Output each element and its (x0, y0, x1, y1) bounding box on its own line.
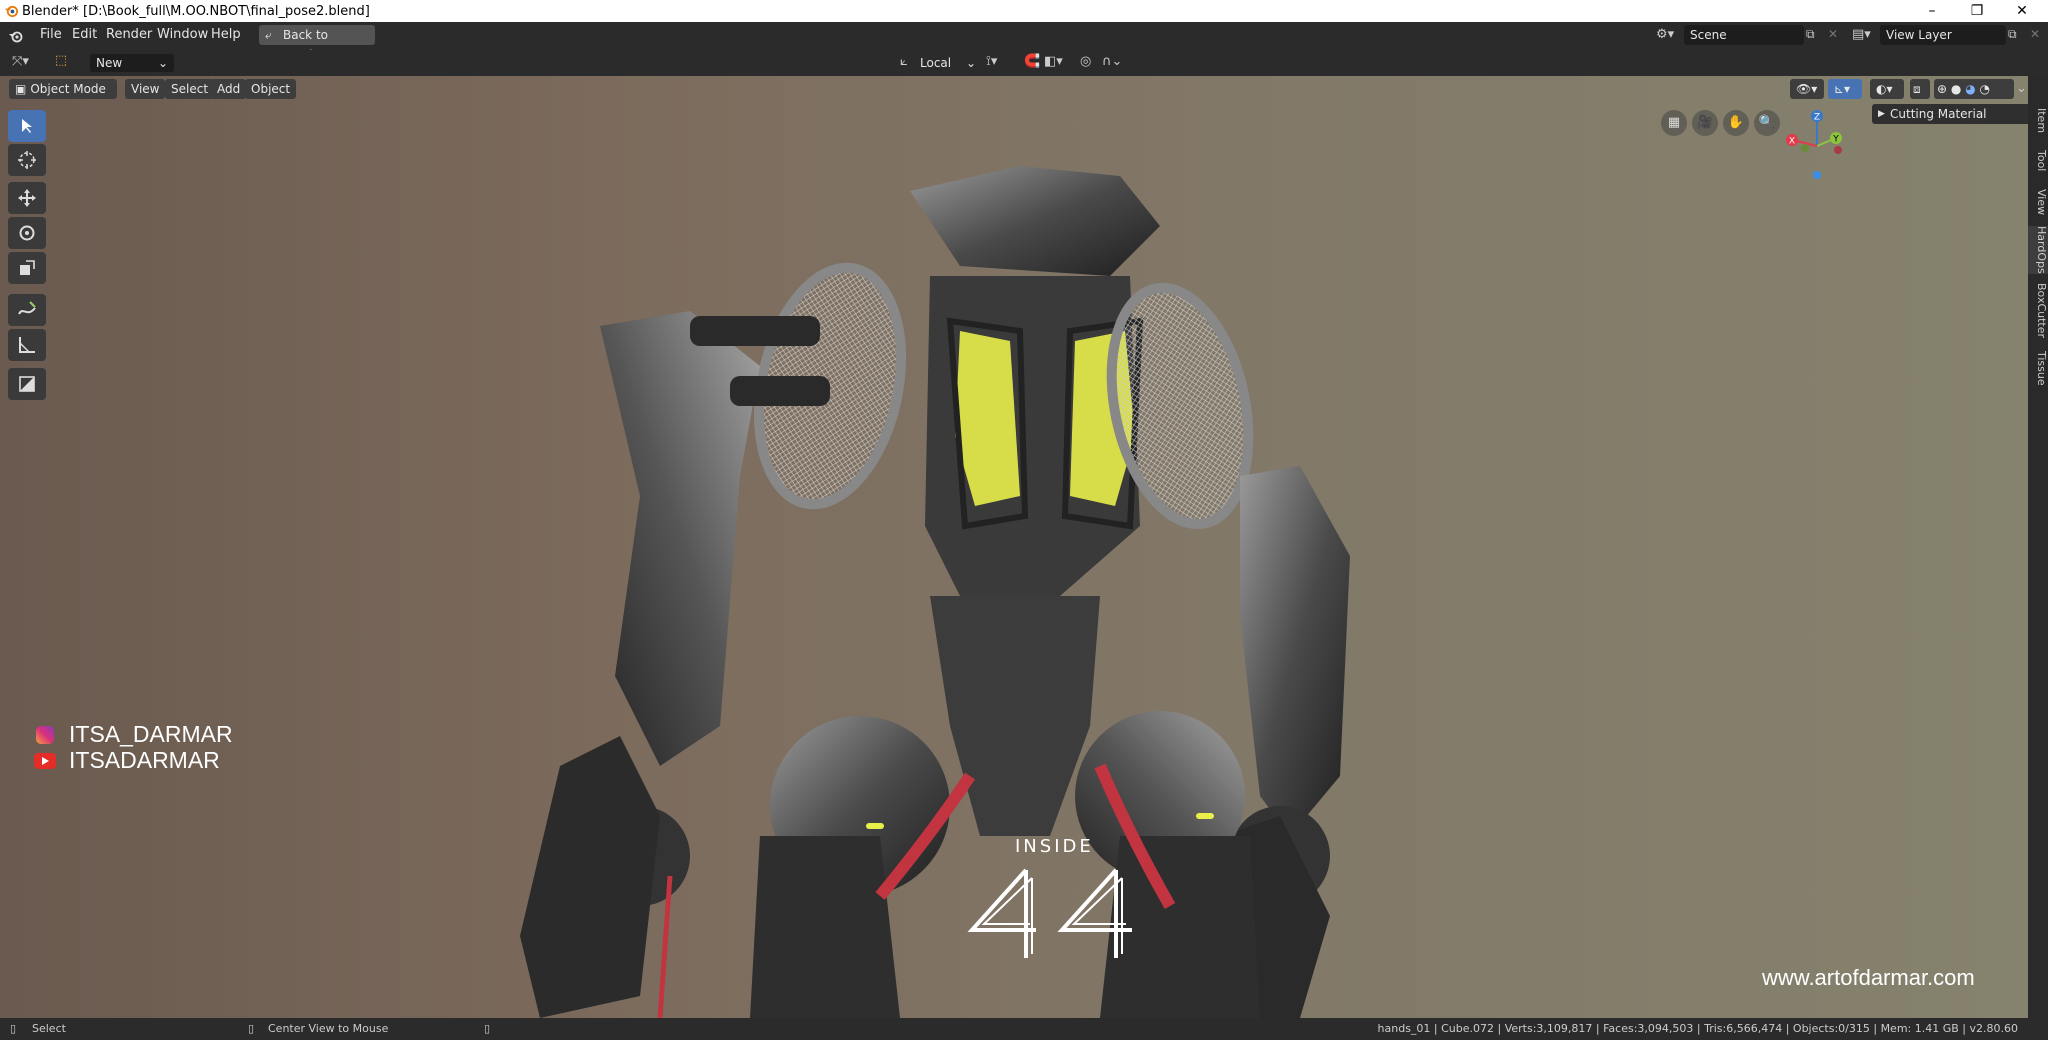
mouse-left-icon: ▯ (10, 1022, 17, 1035)
instagram-icon (36, 726, 54, 744)
tool-header: ⤧▾ ⬚ New ⌄ ⟀ Local ⌄ ⟟▾ 🧲 ◧▾ ◎ ∩⌄ (0, 50, 2048, 76)
statusbar: ▯ Select ▯ Center View to Mouse ▯ hands_… (0, 1018, 2048, 1040)
chevron-down-icon: ⌄ (965, 56, 976, 70)
blender-menu-icon[interactable] (8, 28, 24, 44)
scene-browse-icon[interactable]: ⚙▾ (1656, 27, 1674, 42)
new-view-layer-icon[interactable]: ⧉ (2008, 27, 2017, 42)
close-window-button[interactable]: ✕ (2000, 0, 2044, 22)
menu-file[interactable]: File (40, 27, 62, 42)
youtube-icon (34, 753, 56, 769)
blender-logo-icon (4, 5, 19, 18)
tab-view[interactable]: View (2028, 186, 2048, 218)
scene-field[interactable]: Scene (1684, 25, 1804, 45)
new-dropdown[interactable]: New ⌄ (90, 54, 174, 72)
editor-type-icon[interactable]: ⤧▾ (12, 54, 29, 69)
view-layer-label: View Layer (1886, 28, 1952, 42)
youtube-handle: ITSADARMAR (69, 747, 220, 773)
snap-icon[interactable]: 🧲 (1024, 54, 1040, 69)
new-scene-icon[interactable]: ⧉ (1806, 27, 1815, 42)
tab-tissue[interactable]: Tissue (2028, 348, 2048, 388)
scene-statistics: hands_01 | Cube.072 | Verts:3,109,817 | … (1377, 1022, 2018, 1035)
view-layer-browse-icon[interactable]: ▤▾ (1852, 27, 1871, 42)
window-titlebar: Blender* [D:\Book_full\M.OO.NBOT\final_p… (0, 0, 2048, 22)
menu-render[interactable]: Render (106, 27, 152, 42)
falloff-icon[interactable]: ∩⌄ (1102, 54, 1122, 69)
inside-label: INSIDE (1015, 836, 1094, 857)
restore-button[interactable]: ❐ (1955, 0, 1999, 22)
tab-boxcutter[interactable]: BoxCutter (2028, 281, 2048, 341)
window-title: Blender* [D:\Book_full\M.OO.NBOT\final_p… (22, 3, 370, 19)
tab-item[interactable]: Item (2028, 106, 2048, 136)
youtube-play-icon (42, 757, 49, 765)
select-box-tool-icon[interactable]: ⬚ (50, 53, 72, 73)
proportional-edit-icon[interactable]: ◎ (1080, 54, 1091, 69)
mouse-middle-icon: ▯ (248, 1022, 255, 1035)
scene-label: Scene (1690, 28, 1727, 42)
instagram-handle: ITSA_DARMAR (69, 721, 233, 747)
sidebar-tabs: Item Tool View HardOps BoxCutter Tissue (2028, 76, 2048, 1018)
back-icon: ⤶ (265, 28, 272, 42)
menu-edit[interactable]: Edit (72, 27, 97, 42)
menu-help[interactable]: Help (211, 27, 241, 42)
snap-target-icon[interactable]: ◧▾ (1044, 54, 1063, 69)
menu-window[interactable]: Window (157, 27, 208, 42)
transform-orientation-dropdown[interactable]: Local ⌄ (920, 54, 978, 72)
inside-44-logo (967, 868, 1132, 958)
back-to-previous-button[interactable]: ⤶ Back to Previous (259, 25, 375, 62)
topbar: File Edit Render Window Help ⤶ Back to P… (0, 22, 2048, 62)
tab-tool[interactable]: Tool (2028, 146, 2048, 176)
orientation-icon: ⟀ (900, 54, 908, 69)
status-center-view-label: Center View to Mouse (268, 1022, 389, 1035)
chevron-down-icon: ⌄ (157, 56, 168, 70)
new-dropdown-label: New (96, 56, 123, 70)
tab-hardops[interactable]: HardOps (2028, 226, 2048, 274)
orientation-label: Local (920, 56, 952, 70)
3d-viewport[interactable]: ▣ Object Mode View Select Add Object 👁▾ ⊾… (0, 76, 2028, 1018)
pivot-icon[interactable]: ⟟▾ (986, 54, 997, 69)
delete-view-layer-icon[interactable]: ✕ (2030, 27, 2040, 41)
delete-scene-icon[interactable]: ✕ (1828, 27, 1838, 41)
website-url: www.artofdarmar.com (1762, 965, 1975, 990)
minimize-button[interactable]: – (1910, 0, 1954, 22)
view-layer-field[interactable]: View Layer (1880, 25, 2006, 45)
mouse-right-icon: ▯ (484, 1022, 491, 1035)
status-select-label: Select (32, 1022, 66, 1035)
